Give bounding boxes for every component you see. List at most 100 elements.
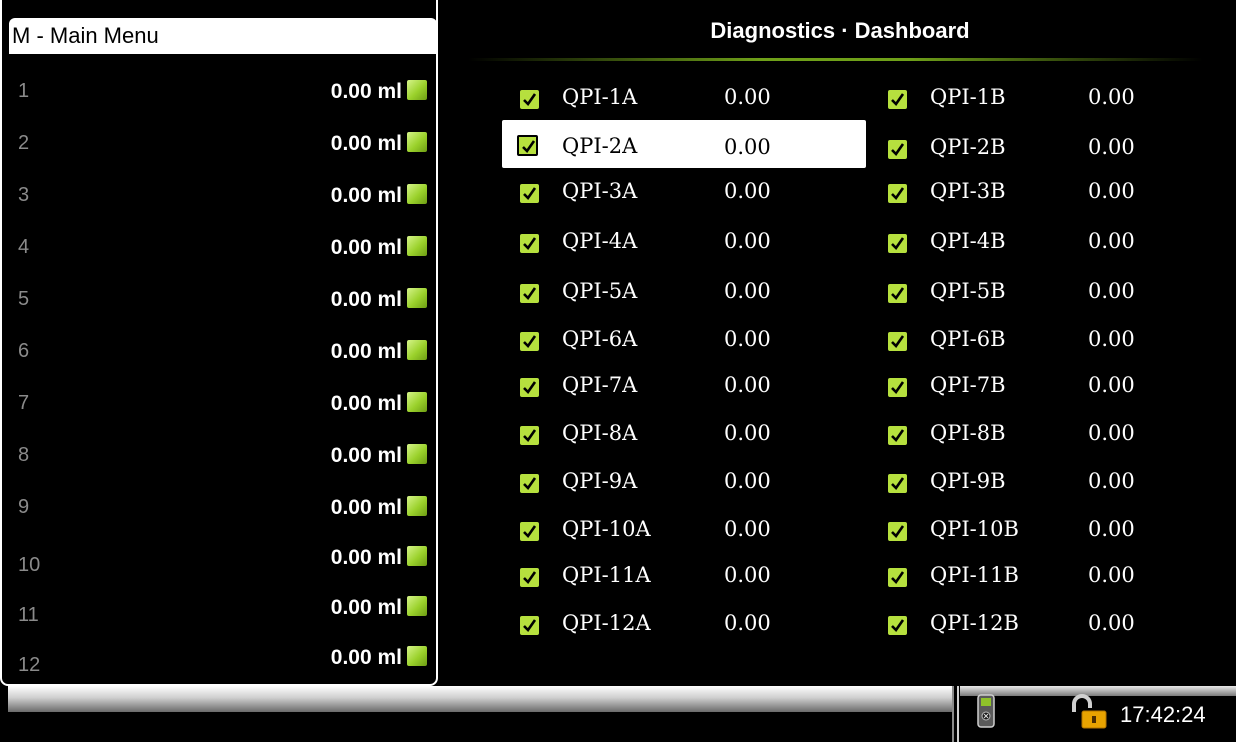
checkbox-icon[interactable]: [888, 522, 907, 541]
qpi-value: 0.00: [1088, 469, 1135, 493]
qpi-item[interactable]: QPI-2B 0.00: [870, 128, 1220, 168]
qpi-value: 0.00: [1088, 421, 1135, 445]
dashboard-title: Diagnostics · Dashboard: [710, 18, 970, 43]
qpi-item[interactable]: QPI-4B 0.00: [870, 222, 1220, 262]
checkbox-icon[interactable]: [888, 284, 907, 303]
checkbox-icon[interactable]: [520, 90, 539, 109]
channel-row[interactable]: 11 0.00 ml: [0, 590, 440, 640]
channel-volume: 0.00 ml: [330, 288, 402, 311]
qpi-item[interactable]: QPI-11B 0.00: [870, 556, 1220, 596]
qpi-value: 0.00: [724, 563, 771, 587]
checkbox-icon[interactable]: [888, 332, 907, 351]
channel-number: 12: [18, 654, 41, 676]
channel-volume: 0.00 ml: [330, 340, 402, 363]
qpi-item[interactable]: QPI-2A 0.00: [502, 120, 866, 168]
qpi-item[interactable]: QPI-9A 0.00: [502, 462, 866, 502]
channel-number: 5: [18, 288, 30, 310]
qpi-item[interactable]: QPI-4A 0.00: [502, 222, 866, 262]
status-led-icon: [407, 340, 427, 360]
qpi-item[interactable]: QPI-1B 0.00: [870, 78, 1220, 118]
channel-volume: 0.00 ml: [330, 132, 402, 155]
qpi-label: QPI-4A: [562, 229, 638, 253]
checkbox-icon[interactable]: [888, 140, 907, 159]
status-led-icon: [407, 288, 427, 308]
checkbox-icon[interactable]: [888, 378, 907, 397]
channel-volume: 0.00 ml: [330, 546, 402, 569]
qpi-label: QPI-8B: [930, 421, 1006, 445]
channel-volume: 0.00 ml: [330, 236, 402, 259]
qpi-item[interactable]: QPI-10B 0.00: [870, 510, 1220, 550]
qpi-item[interactable]: QPI-12B 0.00: [870, 604, 1220, 644]
checkbox-icon[interactable]: [888, 616, 907, 635]
status-led-icon: [407, 546, 427, 566]
checkbox-icon[interactable]: [888, 184, 907, 203]
channel-row[interactable]: 4 0.00 ml: [0, 230, 440, 280]
qpi-value: 0.00: [1088, 517, 1135, 541]
qpi-item[interactable]: QPI-12A 0.00: [502, 604, 866, 644]
qpi-item[interactable]: QPI-7A 0.00: [502, 366, 866, 406]
channel-row[interactable]: 5 0.00 ml: [0, 282, 440, 332]
checkbox-icon[interactable]: [888, 568, 907, 587]
checkbox-icon[interactable]: [520, 568, 539, 587]
qpi-value: 0.00: [724, 611, 771, 635]
channel-row[interactable]: 6 0.00 ml: [0, 334, 440, 384]
qpi-label: QPI-10B: [930, 517, 1019, 541]
checkbox-icon[interactable]: [520, 616, 539, 635]
channel-row[interactable]: 1 0.00 ml: [0, 74, 440, 124]
main-menu-button[interactable]: M - Main Menu: [12, 19, 159, 53]
qpi-item[interactable]: QPI-8B 0.00: [870, 414, 1220, 454]
channel-row[interactable]: 7 0.00 ml: [0, 386, 440, 436]
qpi-item[interactable]: QPI-1A 0.00: [502, 78, 866, 118]
qpi-value: 0.00: [1088, 85, 1135, 109]
qpi-value: 0.00: [724, 279, 771, 303]
qpi-value: 0.00: [1088, 279, 1135, 303]
qpi-label: QPI-9B: [930, 469, 1006, 493]
channel-row[interactable]: 2 0.00 ml: [0, 126, 440, 176]
checkbox-icon[interactable]: [520, 284, 539, 303]
status-led-icon: [407, 444, 427, 464]
qpi-value: 0.00: [1088, 179, 1135, 203]
qpi-item[interactable]: QPI-9B 0.00: [870, 462, 1220, 502]
channel-volume: 0.00 ml: [330, 646, 402, 669]
qpi-item[interactable]: QPI-3A 0.00: [502, 172, 866, 212]
channel-row[interactable]: 9 0.00 ml: [0, 490, 440, 540]
channel-number: 9: [18, 496, 30, 518]
qpi-label: QPI-2A: [562, 134, 638, 158]
checkbox-icon[interactable]: [517, 135, 538, 156]
qpi-value: 0.00: [724, 517, 771, 541]
checkbox-icon[interactable]: [520, 378, 539, 397]
checkbox-icon[interactable]: [520, 522, 539, 541]
channel-row[interactable]: 12 0.00 ml: [0, 640, 440, 690]
lock-icon[interactable]: [1068, 694, 1112, 730]
qpi-label: QPI-11B: [930, 563, 1019, 587]
checkbox-icon[interactable]: [520, 426, 539, 445]
qpi-label: QPI-6B: [930, 327, 1006, 351]
checkbox-icon[interactable]: [520, 234, 539, 253]
qpi-item[interactable]: QPI-8A 0.00: [502, 414, 866, 454]
qpi-item[interactable]: QPI-5B 0.00: [870, 272, 1220, 312]
qpi-item[interactable]: QPI-7B 0.00: [870, 366, 1220, 406]
qpi-item[interactable]: QPI-6B 0.00: [870, 320, 1220, 360]
channel-row[interactable]: 3 0.00 ml: [0, 178, 440, 228]
channel-row[interactable]: 10 0.00 ml: [0, 540, 440, 590]
qpi-label: QPI-3A: [562, 179, 638, 203]
checkbox-icon[interactable]: [888, 474, 907, 493]
checkbox-icon[interactable]: [520, 474, 539, 493]
status-led-icon: [407, 80, 427, 100]
qpi-item[interactable]: QPI-11A 0.00: [502, 556, 866, 596]
channel-row[interactable]: 8 0.00 ml: [0, 438, 440, 488]
qpi-value: 0.00: [724, 229, 771, 253]
checkbox-icon[interactable]: [520, 184, 539, 203]
checkbox-icon[interactable]: [888, 234, 907, 253]
checkbox-icon[interactable]: [888, 90, 907, 109]
qpi-item[interactable]: QPI-10A 0.00: [502, 510, 866, 550]
channel-number: 2: [18, 132, 30, 154]
qpi-label: QPI-1A: [562, 85, 638, 109]
qpi-item[interactable]: QPI-3B 0.00: [870, 172, 1220, 212]
qpi-item[interactable]: QPI-5A 0.00: [502, 272, 866, 312]
checkbox-icon[interactable]: [888, 426, 907, 445]
checkbox-icon[interactable]: [520, 332, 539, 351]
qpi-item[interactable]: QPI-6A 0.00: [502, 320, 866, 360]
qpi-value: 0.00: [1088, 229, 1135, 253]
device-icon[interactable]: [976, 694, 996, 728]
